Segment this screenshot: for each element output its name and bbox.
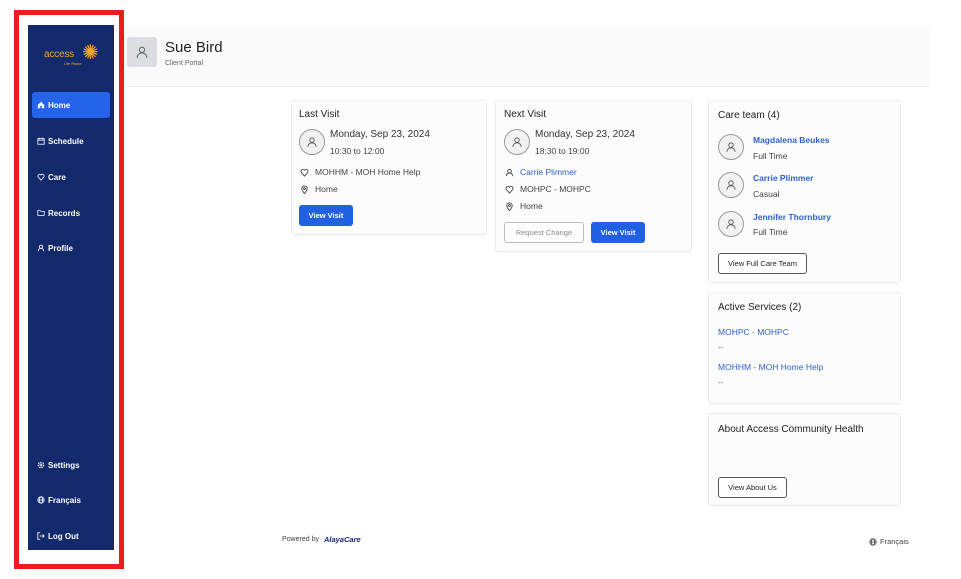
view-visit-button[interactable]: View Visit [299, 205, 353, 226]
heart-icon [300, 168, 309, 177]
service-detail: -- [718, 343, 724, 352]
location-pin-icon [301, 185, 308, 194]
sidebar-item-label: Settings [48, 460, 80, 470]
sidebar-item-profile[interactable]: Profile [32, 235, 110, 261]
powered-by: Powered by AlayaCare [282, 535, 361, 544]
sidebar-item-home[interactable]: Home [32, 92, 110, 118]
avatar [127, 37, 157, 67]
avatar [718, 134, 744, 160]
care-team-member-link[interactable]: Carrie Plimmer [753, 173, 813, 183]
care-team-member-role: Casual [753, 189, 780, 199]
avatar [504, 129, 530, 155]
care-team-card: Care team (4) Magdalena Beukes Full Time… [708, 100, 901, 283]
page-title: Sue Bird [165, 39, 223, 56]
view-full-care-team-button[interactable]: View Full Care Team [718, 253, 807, 274]
visit-time: 18:30 to 19:00 [535, 146, 590, 156]
sidebar-item-label: Care [48, 172, 66, 182]
sidebar-item-settings[interactable]: Settings [32, 452, 110, 478]
visit-service: MOHPC - MOHPC [505, 184, 591, 194]
view-about-us-button[interactable]: View About Us [718, 477, 787, 498]
view-visit-button[interactable]: View Visit [591, 222, 645, 243]
service-detail: -- [718, 378, 724, 387]
home-icon [36, 100, 46, 110]
sidebar-item-language[interactable]: Français [32, 487, 110, 513]
visit-caregiver: Carrie Plimmer [505, 167, 577, 177]
sidebar-item-label: Profile [48, 243, 73, 253]
logo-subtext: Ute Rsine [64, 61, 82, 66]
card-title: Care team (4) [718, 110, 780, 121]
user-icon [36, 243, 46, 253]
service-label: MOHHM - MOH Home Help [315, 167, 421, 177]
user-icon [505, 168, 514, 176]
sun-icon: ✺ [82, 42, 99, 64]
caregiver-link[interactable]: Carrie Plimmer [520, 167, 577, 177]
user-icon [726, 180, 736, 190]
language-label: Français [880, 537, 909, 546]
about-card: About Access Community Health View About… [708, 413, 901, 506]
sidebar-item-label: Français [48, 495, 81, 505]
service-link[interactable]: MOHHM - MOH Home Help [718, 362, 823, 372]
active-services-card: Active Services (2) MOHPC - MOHPC -- MOH… [708, 292, 901, 404]
service-label: MOHPC - MOHPC [520, 184, 591, 194]
sidebar-item-label: Records [48, 208, 81, 218]
heart-icon [505, 185, 514, 194]
gear-icon [36, 460, 46, 470]
care-team-member-role: Full Time [753, 151, 788, 161]
sidebar-item-label: Home [48, 100, 71, 110]
powered-by-label: Powered by [282, 536, 319, 543]
visit-service: MOHHM - MOH Home Help [300, 167, 420, 177]
visit-location: Home [300, 184, 338, 194]
visit-date: Monday, Sep 23, 2024 [330, 129, 430, 140]
alayacare-logo[interactable]: AlayaCare [324, 535, 361, 544]
card-title: About Access Community Health [718, 424, 864, 435]
sidebar-item-schedule[interactable]: Schedule [32, 128, 110, 154]
page-subtitle: Client Portal [165, 60, 204, 67]
avatar [718, 172, 744, 198]
location-pin-icon [506, 202, 513, 211]
globe-icon [36, 495, 46, 505]
card-title: Next Visit [504, 109, 547, 120]
user-icon [726, 219, 736, 229]
card-title: Active Services (2) [718, 302, 802, 313]
card-title: Last Visit [299, 109, 340, 120]
sidebar-item-label: Schedule [48, 136, 84, 146]
user-icon [512, 137, 522, 147]
sidebar-item-logout[interactable]: Log Out [32, 523, 110, 549]
footer-language-toggle[interactable]: Français [869, 537, 909, 546]
page-header: Sue Bird Client Portal [124, 27, 930, 87]
sidebar-item-records[interactable]: Records [32, 200, 110, 226]
visit-time: 10:30 to 12:00 [330, 146, 385, 156]
brand-logo[interactable]: access ✺ Ute Rsine [42, 41, 100, 69]
last-visit-card: Last Visit Monday, Sep 23, 2024 10:30 to… [291, 100, 487, 235]
sidebar-item-care[interactable]: Care [32, 164, 110, 190]
location-label: Home [315, 184, 338, 194]
user-icon [307, 137, 317, 147]
user-icon [726, 142, 736, 152]
avatar [299, 129, 325, 155]
sidebar: access ✺ Ute Rsine Home Schedule Care Re… [28, 25, 114, 550]
care-team-member-link[interactable]: Jennifer Thornbury [753, 212, 831, 222]
sidebar-item-label: Log Out [48, 531, 79, 541]
folder-icon [36, 208, 46, 218]
globe-icon [869, 537, 877, 546]
logout-icon [36, 531, 46, 541]
service-link[interactable]: MOHPC - MOHPC [718, 327, 789, 337]
care-team-member-link[interactable]: Magdalena Beukes [753, 135, 830, 145]
care-team-member-role: Full Time [753, 227, 788, 237]
avatar [718, 211, 744, 237]
visit-location: Home [505, 201, 543, 211]
heart-icon [36, 172, 46, 182]
request-change-button[interactable]: Request Change [504, 222, 584, 243]
user-icon [136, 46, 148, 58]
next-visit-card: Next Visit Monday, Sep 23, 2024 18:30 to… [495, 100, 692, 252]
calendar-icon [36, 136, 46, 146]
logo-text: access [44, 49, 74, 60]
visit-date: Monday, Sep 23, 2024 [535, 129, 635, 140]
location-label: Home [520, 201, 543, 211]
